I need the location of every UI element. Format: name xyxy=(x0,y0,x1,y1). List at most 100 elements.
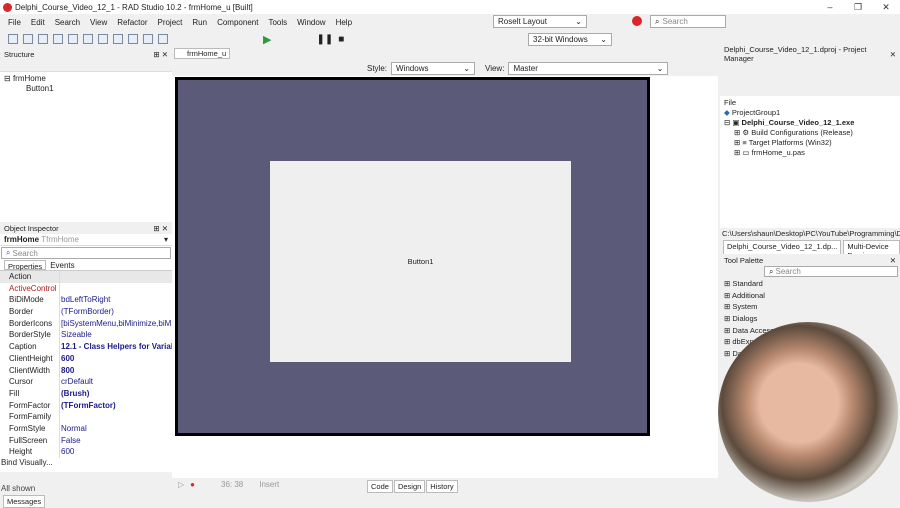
tree-exe[interactable]: ⊟ ▣ Delphi_Course_Video_12_1.exe xyxy=(724,118,896,128)
palette-category[interactable]: ⊞ Standard xyxy=(724,279,896,291)
restore-button[interactable]: ❐ xyxy=(844,2,872,13)
form-frmhome[interactable]: Button1 xyxy=(270,161,571,362)
menu-run[interactable]: Run xyxy=(192,18,207,27)
menu-view[interactable]: View xyxy=(90,18,107,27)
play-macro-icon[interactable]: ▷ xyxy=(178,480,184,489)
tree-target-platforms[interactable]: ⊞ ≡ Target Platforms (Win32) xyxy=(724,138,896,148)
save-all-icon[interactable] xyxy=(68,34,78,44)
property-row[interactable]: BorderStyle Sizeable xyxy=(0,329,172,342)
open-project-icon[interactable] xyxy=(83,34,93,44)
tree-item-button1[interactable]: Button1 xyxy=(4,84,168,94)
tab-code[interactable]: Code xyxy=(367,480,393,493)
property-value[interactable] xyxy=(60,283,61,295)
pause-icon[interactable]: ❚❚ xyxy=(316,34,333,45)
property-row[interactable]: Border (TFormBorder) xyxy=(0,306,172,318)
tree-build-configs[interactable]: ⊞ ⚙ Build Configurations (Release) xyxy=(724,128,896,138)
property-value[interactable]: 600 xyxy=(60,353,74,365)
property-row[interactable]: FormStyle Normal xyxy=(0,422,172,435)
stop-debug-icon[interactable]: ■ xyxy=(338,34,344,45)
stop-icon[interactable] xyxy=(632,16,642,26)
tab-messages[interactable]: Messages xyxy=(3,495,46,508)
property-row[interactable]: FormFactor (TFormFactor) xyxy=(0,399,172,412)
property-row[interactable]: FormFamily xyxy=(0,411,172,423)
new-icon[interactable] xyxy=(8,34,18,44)
menu-tools[interactable]: Tools xyxy=(268,18,287,27)
tree-item-frmhome[interactable]: ⊟ frmHome xyxy=(4,74,168,84)
property-value[interactable]: (TFormFactor) xyxy=(60,400,116,412)
object-selector[interactable]: frmHome TfrmHome ▾ xyxy=(0,234,172,246)
tab-properties[interactable]: Properties xyxy=(4,260,47,271)
property-row[interactable]: FullScreen False xyxy=(0,434,172,447)
property-value[interactable]: Sizeable xyxy=(60,329,92,341)
tree-frmhome-pas[interactable]: ⊞ ▭ frmHome_u.pas xyxy=(724,148,896,158)
menu-file[interactable]: File xyxy=(8,18,21,27)
property-value[interactable]: (Brush) xyxy=(60,388,89,400)
grid-icon[interactable] xyxy=(143,34,153,44)
property-value[interactable]: 600 xyxy=(60,446,74,458)
property-row[interactable]: Caption 12.1 - Class Helpers for Variable xyxy=(0,341,172,353)
palette-search-input[interactable]: ⌕ Search xyxy=(764,266,898,277)
style-combo[interactable]: Windows ⌄ xyxy=(391,61,476,75)
property-value[interactable]: bdLeftToRight xyxy=(60,294,110,306)
palette-category[interactable]: ⊞ System xyxy=(724,302,896,314)
property-row[interactable]: Height 600 xyxy=(0,446,172,458)
close-button[interactable]: ✕ xyxy=(872,2,900,13)
menu-window[interactable]: Window xyxy=(297,18,325,27)
property-value[interactable]: 800 xyxy=(60,365,74,377)
snap-grid-icon[interactable] xyxy=(158,34,168,44)
insert-mode: Insert xyxy=(259,480,280,489)
button1[interactable]: Button1 xyxy=(408,257,434,266)
bind-visually-link[interactable]: Bind Visually... xyxy=(1,458,53,467)
run-icon[interactable]: ▶ xyxy=(263,33,271,46)
structure-toolbar xyxy=(0,60,172,72)
menu-edit[interactable]: Edit xyxy=(31,18,45,27)
menu-help[interactable]: Help xyxy=(336,18,352,27)
close-icon[interactable]: ✕ xyxy=(890,50,896,59)
property-row[interactable]: Action xyxy=(0,271,172,283)
menu-project[interactable]: Project xyxy=(157,18,182,27)
align-top-icon[interactable] xyxy=(128,34,138,44)
close-icon[interactable]: ⊞ ✕ xyxy=(153,50,168,59)
property-value[interactable]: (TFormBorder) xyxy=(60,306,114,318)
property-row[interactable]: ActiveControl xyxy=(0,282,172,295)
close-icon[interactable]: ✕ xyxy=(890,256,896,265)
save-icon[interactable] xyxy=(53,34,63,44)
property-value[interactable]: crDefault xyxy=(60,376,93,388)
tab-design[interactable]: Design xyxy=(393,480,426,493)
property-row[interactable]: ClientWidth 800 xyxy=(0,364,172,377)
platform-combo[interactable]: 32-bit Windows ⌄ xyxy=(528,33,612,46)
property-value[interactable]: [biSystemMenu,biMinimize,biM xyxy=(60,318,171,330)
property-value[interactable] xyxy=(60,271,61,283)
property-row[interactable]: ClientHeight 600 xyxy=(0,352,172,365)
property-name: Action xyxy=(0,271,60,283)
tab-events[interactable]: Events xyxy=(47,260,77,270)
menu-search[interactable]: Search xyxy=(55,18,80,27)
inspector-search-input[interactable]: ⌕ Search xyxy=(1,247,171,259)
palette-category[interactable]: ⊞ Additional xyxy=(724,291,896,303)
view-combo[interactable]: Master ⌄ xyxy=(508,61,669,75)
layout-combo-value: Roselt Layout xyxy=(498,17,547,26)
record-macro-icon[interactable]: ● xyxy=(190,480,195,489)
property-row[interactable]: BorderIcons [biSystemMenu,biMinimize,biM xyxy=(0,317,172,330)
editor-tab-frmhome[interactable]: frmHome_u xyxy=(174,48,230,59)
ide-search-input[interactable]: ⌕ Search xyxy=(650,15,726,28)
menu-refactor[interactable]: Refactor xyxy=(117,18,147,27)
minimize-button[interactable]: – xyxy=(816,2,844,12)
style-label: Style: xyxy=(367,63,388,73)
menu-component[interactable]: Component xyxy=(217,18,258,27)
tree-projectgroup[interactable]: ◆ ProjectGroup1 xyxy=(724,108,896,118)
property-row[interactable]: BiDiMode bdLeftToRight xyxy=(0,294,172,307)
align-right-icon[interactable] xyxy=(113,34,123,44)
tab-history[interactable]: History xyxy=(426,480,458,493)
close-icon[interactable]: ⊞ ✕ xyxy=(153,224,168,233)
property-value[interactable]: Normal xyxy=(60,423,87,435)
property-value[interactable]: 12.1 - Class Helpers for Variable xyxy=(60,341,172,353)
property-value[interactable]: False xyxy=(60,435,81,447)
property-row[interactable]: Cursor crDefault xyxy=(0,376,172,388)
open-icon[interactable] xyxy=(38,34,48,44)
layout-combo[interactable]: Roselt Layout ⌄ xyxy=(493,15,587,28)
new-form-icon[interactable] xyxy=(23,34,33,44)
align-left-icon[interactable] xyxy=(98,34,108,44)
property-row[interactable]: Fill (Brush) xyxy=(0,387,172,400)
property-value[interactable] xyxy=(60,411,61,423)
